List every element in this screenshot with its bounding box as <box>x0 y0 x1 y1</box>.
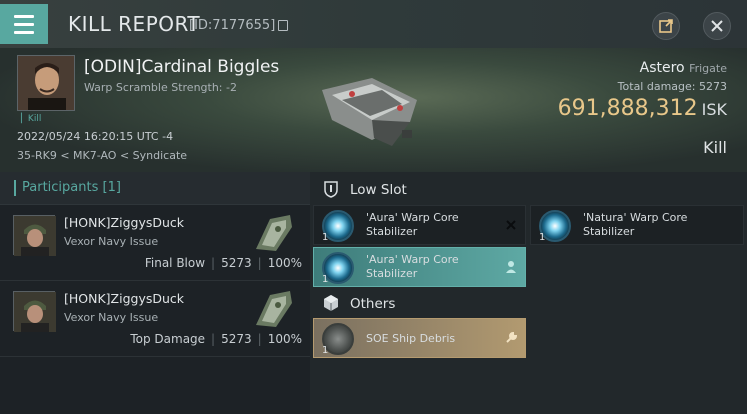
ship-type: Astero <box>639 60 685 76</box>
participant-role: Final Blow <box>144 256 206 270</box>
participant-stats: Top Damage | 5273 | 100% <box>130 332 302 346</box>
module-quantity: 1 <box>322 274 329 285</box>
module-name: SOE Ship Debris <box>366 332 456 345</box>
kill-result: Kill <box>703 138 727 157</box>
astero-ship-icon <box>322 78 417 146</box>
copy-icon[interactable] <box>278 20 289 31</box>
module-quantity: 1 <box>322 232 329 243</box>
hamburger-line <box>14 30 34 34</box>
wrench-icon <box>506 331 518 343</box>
participant-damage: 5273 <box>221 332 252 346</box>
participant-row[interactable]: [HONK]ZiggysDuck Vexor Navy Issue Final … <box>0 205 310 281</box>
separator: | <box>257 332 262 346</box>
participants-panel: Participants [1] [HONK]ZiggysDuck Vexor … <box>0 172 310 414</box>
header-bar: KILL REPORT [ID:7177655] <box>0 0 747 48</box>
pilot-portrait-image <box>14 216 56 256</box>
dropped-person-icon <box>506 261 516 273</box>
separator: | <box>211 332 216 346</box>
destroyed-icon <box>506 220 516 230</box>
victim-ship-image[interactable] <box>312 60 432 160</box>
kill-report-window: KILL REPORT [ID:7177655] [ODIN]Cardinal … <box>0 0 747 414</box>
fitting-module[interactable]: 1 SOE Ship Debris <box>313 318 526 358</box>
module-name: 'Natura' Warp Core Stabilizer <box>583 211 688 238</box>
hamburger-line <box>14 22 34 26</box>
participant-role: Top Damage <box>130 332 206 346</box>
participants-header[interactable]: Participants [1] <box>0 172 310 205</box>
low-slot-title: Low Slot <box>350 182 407 198</box>
menu-button[interactable] <box>0 4 48 44</box>
fitting-module[interactable]: 1 'Aura' Warp Core Stabilizer <box>313 247 526 287</box>
participant-portrait[interactable] <box>13 291 56 332</box>
hamburger-line <box>14 14 34 18</box>
vexor-navy-issue-icon <box>256 215 292 251</box>
fitting-module[interactable]: 1 'Natura' Warp Core Stabilizer <box>530 205 744 245</box>
participant-name[interactable]: [HONK]ZiggysDuck <box>64 291 184 306</box>
page-title: KILL REPORT <box>68 12 201 36</box>
isk-value: 691,888,312 ISK <box>558 96 727 121</box>
total-damage: Total damage: 5273 <box>618 80 727 93</box>
kill-tag: ▏Kill <box>21 114 42 124</box>
participant-percent: 100% <box>267 332 302 346</box>
victim-portrait[interactable] <box>17 55 75 111</box>
cube-icon <box>324 295 338 311</box>
separator: | <box>211 256 216 270</box>
participant-portrait[interactable] <box>13 215 56 256</box>
kill-id[interactable]: [ID:7177655] <box>189 18 289 33</box>
kill-tag-label: Kill <box>27 114 42 124</box>
close-button[interactable] <box>703 12 731 40</box>
fitting-module[interactable]: 1 'Aura' Warp Core Stabilizer <box>313 205 526 245</box>
pilot-portrait-image <box>18 56 74 110</box>
fittings-panel: Low Slot 1 'Aura' Warp Core Stabilizer 1… <box>310 172 747 414</box>
external-link-icon <box>659 19 673 33</box>
participant-row[interactable]: [HONK]ZiggysDuck Vexor Navy Issue Top Da… <box>0 281 310 357</box>
others-title: Others <box>350 296 396 312</box>
warp-scramble-strength: Warp Scramble Strength: -2 <box>84 81 237 94</box>
kill-timestamp: 2022/05/24 16:20:15 UTC -4 <box>17 130 174 143</box>
participant-name[interactable]: [HONK]ZiggysDuck <box>64 215 184 230</box>
vexor-navy-issue-icon <box>256 291 292 327</box>
participant-percent: 100% <box>267 256 302 270</box>
separator: | <box>257 256 262 270</box>
kill-id-text: [ID:7177655] <box>189 18 276 33</box>
total-damage-label: Total damage: <box>617 80 696 93</box>
isk-unit: ISK <box>701 100 727 119</box>
module-name: 'Aura' Warp Core Stabilizer <box>366 253 459 280</box>
kill-location[interactable]: 35-RK9 < MK7-AO < Syndicate <box>17 149 187 162</box>
ship-class: Frigate <box>689 62 727 75</box>
participant-stats: Final Blow | 5273 | 100% <box>145 256 302 270</box>
module-name: 'Aura' Warp Core Stabilizer <box>366 211 459 238</box>
participants-title: Participants [1] <box>22 180 121 195</box>
share-button[interactable] <box>652 12 680 40</box>
participant-damage: 5273 <box>221 256 252 270</box>
participants-accent-bar <box>14 180 16 196</box>
module-quantity: 1 <box>322 345 329 356</box>
isk-amount: 691,888,312 <box>557 96 698 121</box>
low-slot-icon <box>324 181 338 198</box>
participant-ship-image[interactable] <box>250 287 296 331</box>
ship-name[interactable]: Astero Frigate <box>640 60 727 76</box>
total-damage-value: 5273 <box>699 80 727 93</box>
participant-ship: Vexor Navy Issue <box>64 311 159 324</box>
close-icon <box>711 20 723 32</box>
participant-ship-image[interactable] <box>250 211 296 255</box>
victim-name[interactable]: [ODIN]Cardinal Biggles <box>84 57 279 77</box>
pilot-portrait-image <box>14 292 56 332</box>
participant-ship: Vexor Navy Issue <box>64 235 159 248</box>
module-quantity: 1 <box>539 232 546 243</box>
